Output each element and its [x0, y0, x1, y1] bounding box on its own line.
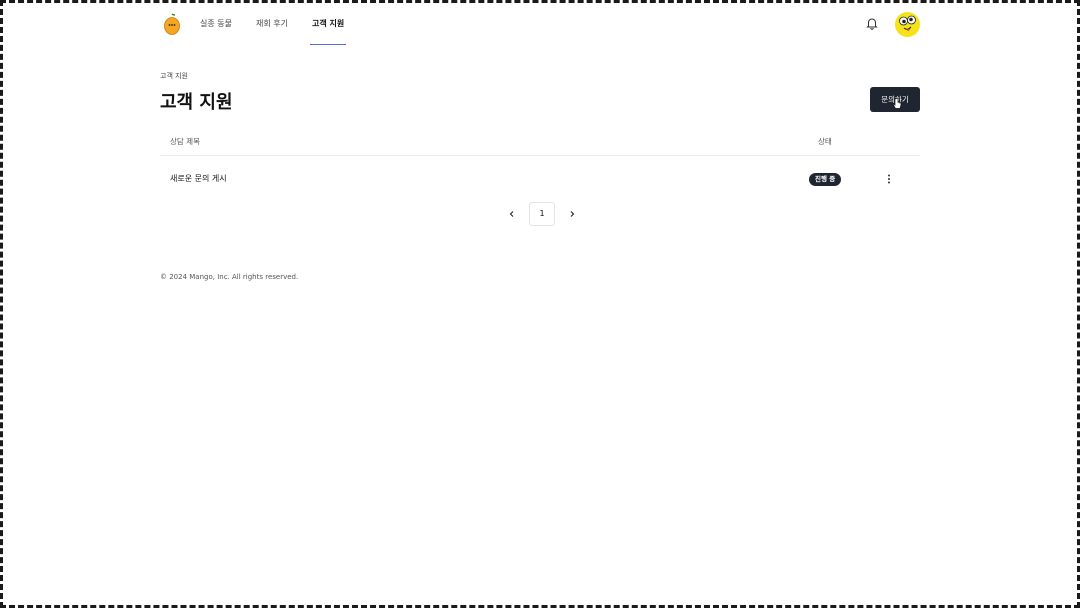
more-vertical-icon[interactable]	[884, 173, 894, 185]
column-header-title: 상담 제목	[170, 137, 200, 146]
table-row[interactable]: 새로운 문의 게시 진행 중	[160, 156, 920, 202]
bell-icon[interactable]	[865, 16, 879, 30]
inquiry-table: 상담 제목 상태 새로운 문의 게시 진행 중	[160, 128, 920, 202]
footer-copyright: © 2024 Mango, Inc. All rights reserved.	[160, 273, 299, 281]
nav-item-missing-animals[interactable]: 실종 동물	[200, 0, 232, 46]
pagination: 1	[500, 202, 584, 226]
nav-item-customer-support[interactable]: 고객 지원	[309, 0, 347, 46]
next-page-button[interactable]	[560, 202, 584, 226]
table-header: 상담 제목 상태	[160, 128, 920, 156]
chevron-left-icon	[509, 211, 514, 217]
column-header-status: 상태	[818, 137, 832, 146]
avatar-face-icon	[899, 15, 916, 32]
inquiry-button[interactable]: 문의하기	[870, 87, 920, 112]
status-badge: 진행 중	[809, 173, 842, 186]
main-nav: 실종 동물 재회 후기 고객 지원	[200, 0, 368, 46]
prev-page-button[interactable]	[500, 202, 524, 226]
page-title: 고객 지원	[160, 92, 233, 113]
mango-logo-icon[interactable]	[163, 13, 181, 35]
chevron-right-icon	[570, 211, 575, 217]
page-number-button[interactable]: 1	[529, 202, 555, 226]
nav-item-reunion-reviews[interactable]: 재회 후기	[256, 0, 288, 46]
top-header: 실종 동물 재회 후기 고객 지원	[160, 0, 920, 46]
breadcrumb: 고객 지원	[160, 72, 188, 80]
page-container: 실종 동물 재회 후기 고객 지원 고객 지원 고객 지원 문의하기 상담 제목	[160, 0, 920, 608]
avatar[interactable]	[895, 12, 920, 37]
inquiry-title[interactable]: 새로운 문의 게시	[170, 156, 227, 202]
